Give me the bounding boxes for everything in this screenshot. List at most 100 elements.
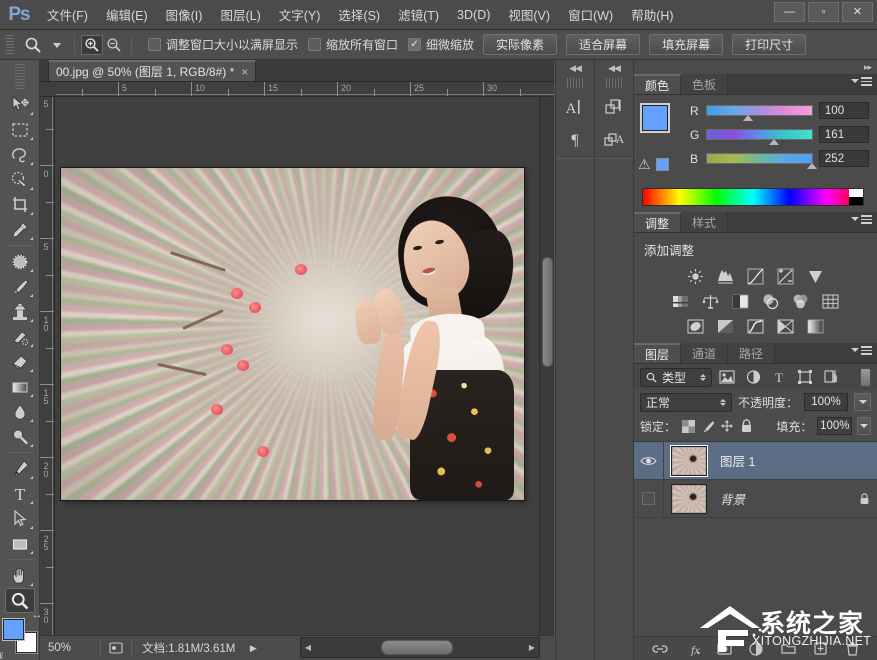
- menu-item-3d[interactable]: 3D(D): [448, 4, 499, 26]
- brush-tool[interactable]: [5, 274, 35, 299]
- canvas-horizontal-scrollbar[interactable]: ◀ ▶: [300, 637, 540, 658]
- paragraph-panel-icon[interactable]: ¶: [558, 124, 592, 154]
- tool-preset-dropdown[interactable]: [46, 35, 68, 55]
- checkbox-zoom-all-windows-box[interactable]: [308, 38, 321, 51]
- channel-mixer-icon[interactable]: [790, 291, 812, 311]
- status-expand-arrow[interactable]: ▶: [245, 643, 261, 654]
- gradient-tool[interactable]: [5, 374, 35, 399]
- tab-layers[interactable]: 图层: [634, 343, 681, 363]
- blur-tool[interactable]: [5, 399, 35, 424]
- color-lookup-icon[interactable]: [820, 291, 842, 311]
- table-row[interactable]: 图层 1: [634, 442, 877, 480]
- checkbox-scrubby-zoom[interactable]: ✓ 细微缩放: [408, 36, 474, 53]
- color-balance-icon[interactable]: [700, 291, 722, 311]
- menu-item-layer[interactable]: 图层(L): [211, 1, 269, 28]
- menu-item-file[interactable]: 文件(F): [38, 1, 97, 28]
- pen-tool[interactable]: [5, 456, 35, 481]
- dodge-tool-flyout[interactable]: [30, 444, 33, 447]
- horizontal-ruler[interactable]: 5 10 15 20 25 30: [40, 82, 554, 97]
- new-fill-adjustment-button[interactable]: [747, 640, 765, 658]
- clone-stamp-tool[interactable]: [5, 299, 35, 324]
- web-safe-color-icon[interactable]: [656, 158, 669, 171]
- menu-item-window[interactable]: 窗口(W): [559, 1, 622, 28]
- minimize-button[interactable]: —: [774, 2, 805, 22]
- tab-color[interactable]: 颜色: [634, 74, 681, 94]
- slider-track-g[interactable]: [706, 129, 813, 140]
- checkbox-resize-window-box[interactable]: [148, 38, 161, 51]
- canvas-area[interactable]: [55, 97, 539, 635]
- path-selection-tool[interactable]: [5, 506, 35, 531]
- selective-color-icon[interactable]: [775, 316, 797, 336]
- checkbox-zoom-all-windows[interactable]: 缩放所有窗口: [308, 36, 398, 53]
- menu-item-help[interactable]: 帮助(H): [622, 1, 682, 28]
- zoom-tool-icon[interactable]: [20, 34, 46, 56]
- crop-tool[interactable]: [5, 192, 35, 217]
- lock-position-icon[interactable]: [720, 417, 734, 435]
- color-panel-menu-icon[interactable]: [851, 77, 872, 86]
- brush-tool-flyout[interactable]: [30, 294, 33, 297]
- collapse-dock-2-icon[interactable]: ◀◀: [595, 60, 633, 76]
- menu-item-filter[interactable]: 滤镜(T): [389, 1, 448, 28]
- slider-track-r[interactable]: [706, 105, 813, 116]
- filter-shape-icon[interactable]: [794, 367, 816, 387]
- menu-item-type[interactable]: 文字(Y): [270, 1, 330, 28]
- path-selection-flyout[interactable]: [30, 526, 33, 529]
- foreground-color-swatch[interactable]: [3, 619, 24, 640]
- print-size-button[interactable]: 打印尺寸: [732, 34, 806, 55]
- new-group-button[interactable]: [779, 640, 797, 658]
- menu-item-select[interactable]: 选择(S): [329, 1, 389, 28]
- actual-pixels-button[interactable]: 实际像素: [483, 34, 557, 55]
- filter-smart-object-icon[interactable]: [820, 367, 842, 387]
- posterize-icon[interactable]: [715, 316, 737, 336]
- dock-2-grip[interactable]: [606, 78, 622, 88]
- default-colors-icon[interactable]: ▣: [0, 650, 3, 660]
- quick-selection-tool[interactable]: [5, 167, 35, 192]
- canvas-vertical-scrollbar[interactable]: [539, 97, 554, 635]
- hand-tool-flyout[interactable]: [30, 583, 33, 586]
- vertical-scroll-thumb[interactable]: [542, 257, 553, 367]
- horizontal-scroll-thumb[interactable]: [381, 640, 453, 655]
- fill-dropdown-button[interactable]: [857, 417, 871, 435]
- filter-type-icon[interactable]: T: [768, 367, 790, 387]
- table-row[interactable]: 背景: [634, 480, 877, 518]
- dodge-tool[interactable]: [5, 424, 35, 449]
- photo-filter-icon[interactable]: [760, 291, 782, 311]
- lasso-tool[interactable]: [5, 142, 35, 167]
- tab-channels[interactable]: 通道: [681, 343, 728, 363]
- layer-thumbnail-cell[interactable]: [664, 484, 714, 514]
- lock-transparent-pixels-icon[interactable]: [681, 417, 695, 435]
- fill-value-field[interactable]: 100%: [817, 417, 852, 435]
- dock-1-grip[interactable]: [567, 78, 583, 88]
- color-spectrum-bar[interactable]: [642, 188, 864, 206]
- value-field-g[interactable]: 161: [819, 126, 869, 143]
- zoom-level-field[interactable]: 50%: [40, 642, 100, 654]
- tab-paths[interactable]: 路径: [728, 343, 775, 363]
- 3d-text-panel-icon[interactable]: A: [597, 124, 631, 154]
- collapse-right-dock-icon[interactable]: ▸▸: [864, 62, 871, 73]
- slider-track-b[interactable]: [706, 153, 813, 164]
- new-layer-button[interactable]: [811, 640, 829, 658]
- document-preview-icon[interactable]: [101, 642, 131, 654]
- rectangle-tool-flyout[interactable]: [30, 551, 33, 554]
- fit-screen-button[interactable]: 适合屏幕: [566, 34, 640, 55]
- value-field-r[interactable]: 100: [819, 102, 869, 119]
- zoom-out-button[interactable]: [103, 35, 125, 55]
- layer-name[interactable]: 背景: [714, 489, 851, 508]
- value-field-b[interactable]: 252: [819, 150, 869, 167]
- gamut-warning-icon[interactable]: ⚠: [638, 157, 651, 171]
- rectangle-tool[interactable]: [5, 531, 35, 556]
- exposure-icon[interactable]: [775, 266, 797, 286]
- blend-mode-select[interactable]: 正常: [640, 393, 732, 412]
- fill-screen-button[interactable]: 填充屏幕: [649, 34, 723, 55]
- 3d-panel-icon[interactable]: [597, 92, 631, 122]
- opacity-value-field[interactable]: 100%: [804, 393, 848, 411]
- color-panel-swatches[interactable]: [642, 105, 680, 143]
- eyedropper-tool[interactable]: [5, 217, 35, 242]
- opacity-dropdown-button[interactable]: [854, 393, 871, 411]
- adjustments-panel-menu-icon[interactable]: [851, 215, 872, 224]
- invert-icon[interactable]: [685, 316, 707, 336]
- crop-tool-flyout[interactable]: [30, 212, 33, 215]
- layer-filter-toggle[interactable]: [860, 368, 871, 387]
- hue-saturation-icon[interactable]: [670, 291, 692, 311]
- eraser-tool-flyout[interactable]: [30, 369, 33, 372]
